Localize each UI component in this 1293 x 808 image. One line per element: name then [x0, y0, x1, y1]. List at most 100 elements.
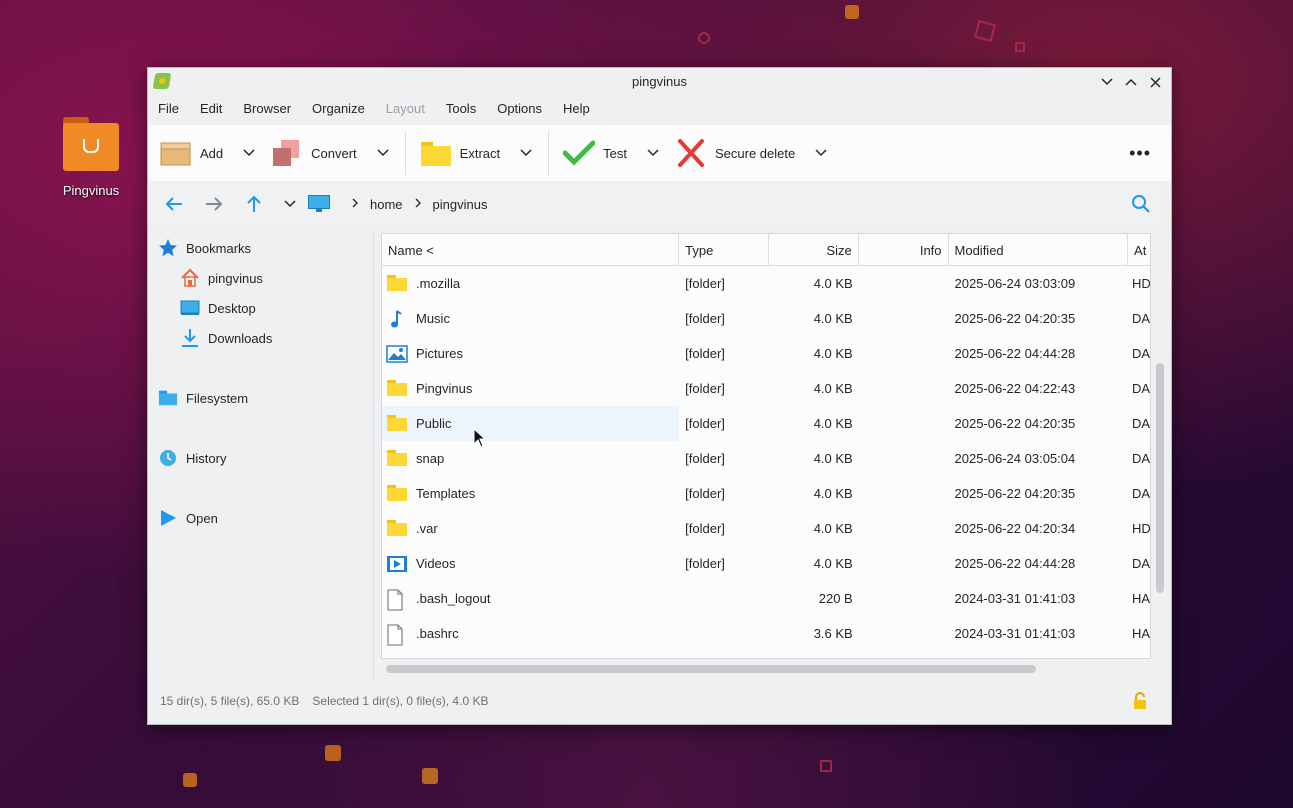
file-modified: 2025-06-24 03:03:09 — [954, 276, 1076, 291]
column-header-modified[interactable]: Modified — [949, 234, 1129, 266]
chevron-right-icon — [352, 197, 358, 211]
sidebar-item-history[interactable]: History — [158, 443, 368, 473]
wallpaper-shape — [422, 768, 438, 784]
file-type — [679, 581, 769, 616]
computer-icon[interactable] — [308, 195, 330, 213]
file-row[interactable]: Videos [folder] 4.0 KB 2025-06-22 04:44:28 D… — [382, 546, 1150, 581]
file-name-cell[interactable]: Templates — [382, 476, 679, 511]
back-button[interactable] — [154, 185, 194, 223]
menu-layout[interactable]: Layout — [380, 101, 431, 116]
folder-icon — [61, 115, 121, 171]
file-name-cell[interactable]: Videos — [382, 546, 679, 581]
menu-browser[interactable]: Browser — [237, 101, 297, 116]
breadcrumb-home[interactable]: home — [370, 197, 403, 212]
file-name-cell[interactable]: .var — [382, 511, 679, 546]
convert-dropdown-arrow[interactable] — [377, 146, 391, 160]
test-button[interactable]: Test — [562, 133, 627, 173]
file-row[interactable]: .mozilla [folder] 4.0 KB 2025-06-24 03:03:0… — [382, 266, 1150, 301]
sidebar-divider[interactable] — [373, 233, 374, 678]
file-name-cell[interactable]: Music — [382, 301, 679, 336]
sidebar-item-desktop[interactable]: Desktop — [158, 293, 368, 323]
forward-button[interactable] — [194, 185, 234, 223]
file-modified: 2025-06-22 04:44:28 — [954, 556, 1076, 571]
menu-options[interactable]: Options — [491, 101, 548, 116]
minimize-button[interactable] — [1097, 72, 1117, 92]
file-row[interactable]: Music [folder] 4.0 KB 2025-06-22 04:20:35 DA — [382, 301, 1150, 336]
file-info — [859, 266, 949, 301]
file-size: 4.0 KB — [813, 416, 853, 431]
lock-icon[interactable] — [1131, 692, 1149, 710]
column-header-name[interactable]: Name < — [382, 234, 680, 266]
file-name-cell[interactable]: Public — [382, 406, 680, 441]
file-name-cell[interactable]: .bash_logout — [382, 581, 679, 616]
maximize-button[interactable] — [1121, 72, 1141, 92]
file-row[interactable]: snap [folder] 4.0 KB 2025-06-24 03:05:04 DA — [382, 441, 1150, 476]
star-icon — [158, 238, 178, 258]
folder-blue-icon — [158, 388, 178, 408]
close-button[interactable] — [1145, 72, 1165, 92]
sidebar-item-open[interactable]: Open — [158, 503, 368, 533]
title-bar[interactable]: pingvinus — [148, 68, 1171, 95]
sidebar-item-label: Filesystem — [186, 390, 249, 406]
file-modified: 2025-06-22 04:20:35 — [954, 416, 1076, 431]
file-name-cell[interactable]: Pingvinus — [382, 371, 679, 406]
file-list: Name < Type Size Info Modified At .mozil… — [381, 233, 1151, 659]
file-type: [folder] — [685, 556, 725, 571]
file-name-cell[interactable]: .bashrc — [382, 616, 679, 651]
delete-x-icon — [675, 139, 707, 167]
file-row[interactable]: Templates [folder] 4.0 KB 2025-06-22 04:20:… — [382, 476, 1150, 511]
file-name: .bash_logout — [416, 591, 491, 606]
file-row[interactable]: Pictures [folder] 4.0 KB 2025-06-22 04:44:2… — [382, 336, 1150, 371]
file-modified: 2025-06-22 04:20:34 — [954, 521, 1076, 536]
file-name-cell[interactable]: snap — [382, 441, 679, 476]
convert-button[interactable]: Convert — [271, 133, 357, 173]
checkmark-icon — [562, 139, 596, 167]
music-icon — [386, 309, 408, 329]
sidebar-item-label: Bookmarks — [186, 240, 252, 256]
up-button[interactable] — [234, 185, 274, 223]
file-row[interactable]: .var [folder] 4.0 KB 2025-06-22 04:20:34 HD — [382, 511, 1150, 546]
secure-delete-dropdown-arrow[interactable] — [815, 146, 829, 160]
file-row[interactable]: .bashrc 3.6 KB 2024-03-31 01:41:03 HA — [382, 616, 1150, 651]
toolbar-separator — [404, 131, 406, 175]
column-header-attributes[interactable]: At — [1128, 234, 1150, 266]
sidebar-item-filesystem[interactable]: Filesystem — [158, 383, 368, 413]
status-summary: 15 dir(s), 5 file(s), 65.0 KB — [160, 694, 300, 708]
breadcrumb-pingvinus[interactable]: pingvinus — [433, 197, 488, 212]
file-name-cell[interactable]: Pictures — [382, 336, 679, 371]
test-dropdown-arrow[interactable] — [647, 146, 661, 160]
menu-organize[interactable]: Organize — [306, 101, 371, 116]
search-icon[interactable] — [1131, 194, 1151, 214]
file-name: .bashrc — [416, 626, 459, 641]
add-dropdown-arrow[interactable] — [243, 146, 257, 160]
column-header-type[interactable]: Type — [679, 234, 769, 266]
file-modified: 2025-06-22 04:20:35 — [954, 486, 1076, 501]
extract-dropdown-arrow[interactable] — [520, 146, 534, 160]
file-row[interactable]: Public [folder] 4.0 KB 2025-06-22 04:20:35 D… — [382, 406, 1150, 441]
sidebar-item-pingvinus[interactable]: pingvinus — [158, 263, 368, 293]
more-options-button[interactable]: ••• — [1129, 143, 1151, 164]
menu-edit[interactable]: Edit — [194, 101, 228, 116]
file-row[interactable]: Pingvinus [folder] 4.0 KB 2025-06-22 04:22:… — [382, 371, 1150, 406]
history-dropdown-arrow[interactable] — [278, 197, 302, 211]
add-button[interactable]: Add — [160, 133, 223, 173]
wallpaper-shape — [1015, 42, 1025, 52]
sidebar-item-bookmarks[interactable]: Bookmarks — [158, 233, 368, 263]
desktop-icon-pingvinus[interactable]: Pingvinus — [55, 115, 127, 198]
extract-button[interactable]: Extract — [420, 133, 500, 173]
column-header-size[interactable]: Size — [769, 234, 859, 266]
horizontal-scrollbar[interactable] — [386, 665, 1036, 673]
file-attributes: HA — [1132, 591, 1150, 606]
secure-delete-button[interactable]: Secure delete — [675, 133, 795, 173]
file-row[interactable]: .bash_logout 220 B 2024-03-31 01:41:03 HA — [382, 581, 1150, 616]
menu-tools[interactable]: Tools — [440, 101, 482, 116]
menu-help[interactable]: Help — [557, 101, 596, 116]
wallpaper-shape — [820, 760, 832, 772]
file-name-cell[interactable]: .mozilla — [382, 266, 679, 301]
column-header-info[interactable]: Info — [859, 234, 949, 266]
vertical-scrollbar[interactable] — [1156, 363, 1164, 593]
videos-icon — [386, 554, 408, 574]
sidebar-item-downloads[interactable]: Downloads — [158, 323, 368, 353]
menu-file[interactable]: File — [152, 101, 185, 116]
file-name: Pictures — [416, 346, 463, 361]
